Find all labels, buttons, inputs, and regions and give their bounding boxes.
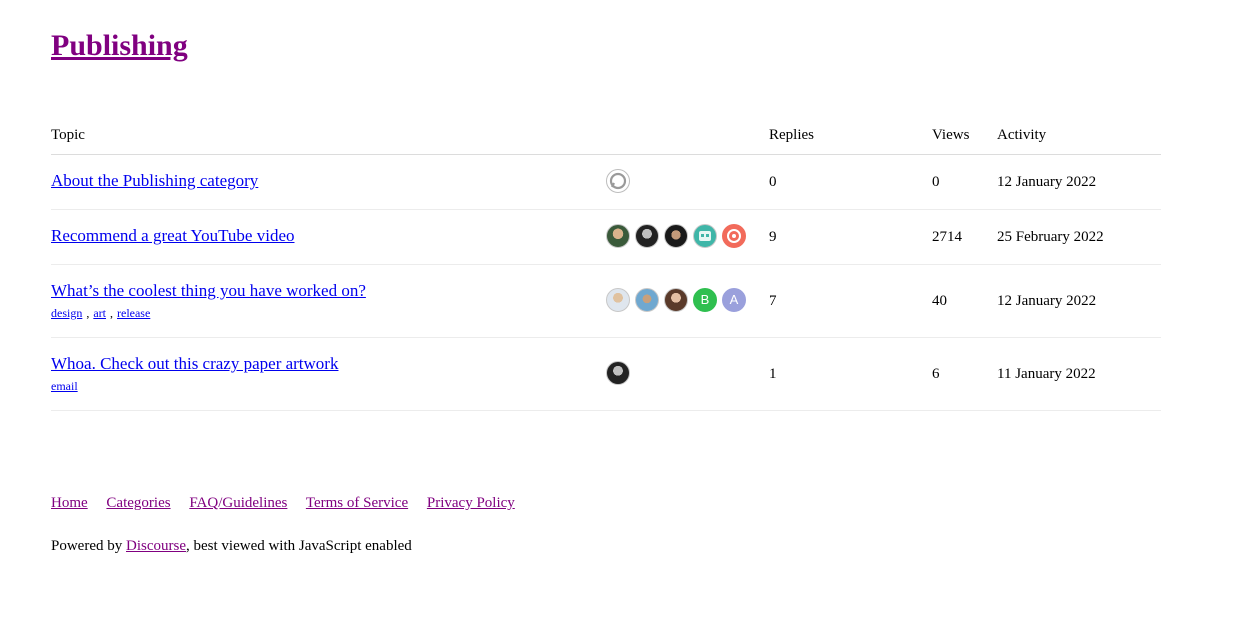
topic-replies: 9 <box>769 229 777 245</box>
topic-activity: 25 February 2022 <box>997 229 1104 245</box>
topic-views: 6 <box>932 366 940 382</box>
letter-avatar[interactable]: B <box>693 288 717 312</box>
column-header-topic: Topic <box>51 127 85 143</box>
user-photo-avatar[interactable] <box>606 361 630 385</box>
tag-link[interactable]: release <box>117 306 150 320</box>
topic-title-link[interactable]: What’s the coolest thing you have worked… <box>51 281 366 301</box>
topic-replies: 1 <box>769 366 777 382</box>
column-header-views: Views <box>932 127 970 143</box>
topic-activity: 11 January 2022 <box>997 366 1096 382</box>
discourse-link[interactable]: Discourse <box>126 538 186 554</box>
topic-title-link[interactable]: Recommend a great YouTube video <box>51 226 295 246</box>
powered-suffix: , best viewed with JavaScript enabled <box>186 538 412 554</box>
user-photo-avatar[interactable] <box>606 288 630 312</box>
category-title-link[interactable]: Publishing <box>51 29 188 62</box>
topic-activity: 12 January 2022 <box>997 174 1097 190</box>
discourse-logo-avatar[interactable] <box>606 169 630 193</box>
footer-link-faq[interactable]: FAQ/Guidelines <box>189 495 287 511</box>
user-photo-avatar[interactable] <box>635 224 659 248</box>
robot-avatar[interactable] <box>693 224 717 248</box>
letter-avatar[interactable]: A <box>722 288 746 312</box>
footer-link-categories[interactable]: Categories <box>106 495 170 511</box>
footer-link-home[interactable]: Home <box>51 495 88 511</box>
topic-row: Whoa. Check out this crazy paper artwork… <box>51 338 1161 411</box>
topic-views: 0 <box>932 174 940 190</box>
topic-title-link[interactable]: About the Publishing category <box>51 171 258 191</box>
topic-activity: 12 January 2022 <box>997 293 1097 309</box>
user-photo-avatar[interactable] <box>664 224 688 248</box>
topic-tags: design, art, release <box>51 306 151 320</box>
user-photo-avatar[interactable] <box>664 288 688 312</box>
tag-link[interactable]: design <box>51 306 82 320</box>
topic-views: 40 <box>932 293 947 309</box>
topic-tags: email <box>51 379 78 394</box>
user-photo-avatar[interactable] <box>635 288 659 312</box>
topic-title-link[interactable]: Whoa. Check out this crazy paper artwork <box>51 354 338 374</box>
column-header-activity: Activity <box>997 127 1047 143</box>
tag-link[interactable]: email <box>51 379 78 393</box>
footer-nav: Home Categories FAQ/Guidelines Terms of … <box>51 495 530 512</box>
page-title: Publishing <box>51 28 188 64</box>
user-photo-avatar[interactable] <box>606 224 630 248</box>
topic-replies: 7 <box>769 293 777 309</box>
topic-row: Recommend a great YouTube video 9 2714 2… <box>51 210 1161 265</box>
footer-link-privacy[interactable]: Privacy Policy <box>427 495 515 511</box>
topic-views: 2714 <box>932 229 962 245</box>
topic-list-header: Topic Replies Views Activity <box>51 118 1161 155</box>
powered-prefix: Powered by <box>51 538 126 554</box>
powered-by-text: Powered by Discourse, best viewed with J… <box>51 538 412 555</box>
topic-row: What’s the coolest thing you have worked… <box>51 265 1161 338</box>
column-header-replies: Replies <box>769 127 814 143</box>
topic-row: About the Publishing category 0 0 12 Jan… <box>51 155 1161 210</box>
footer-link-terms[interactable]: Terms of Service <box>306 495 408 511</box>
coral-logo-avatar[interactable] <box>722 224 746 248</box>
tag-link[interactable]: art <box>93 306 106 320</box>
topic-replies: 0 <box>769 174 777 190</box>
topic-list: Topic Replies Views Activity About the P… <box>51 118 1161 411</box>
